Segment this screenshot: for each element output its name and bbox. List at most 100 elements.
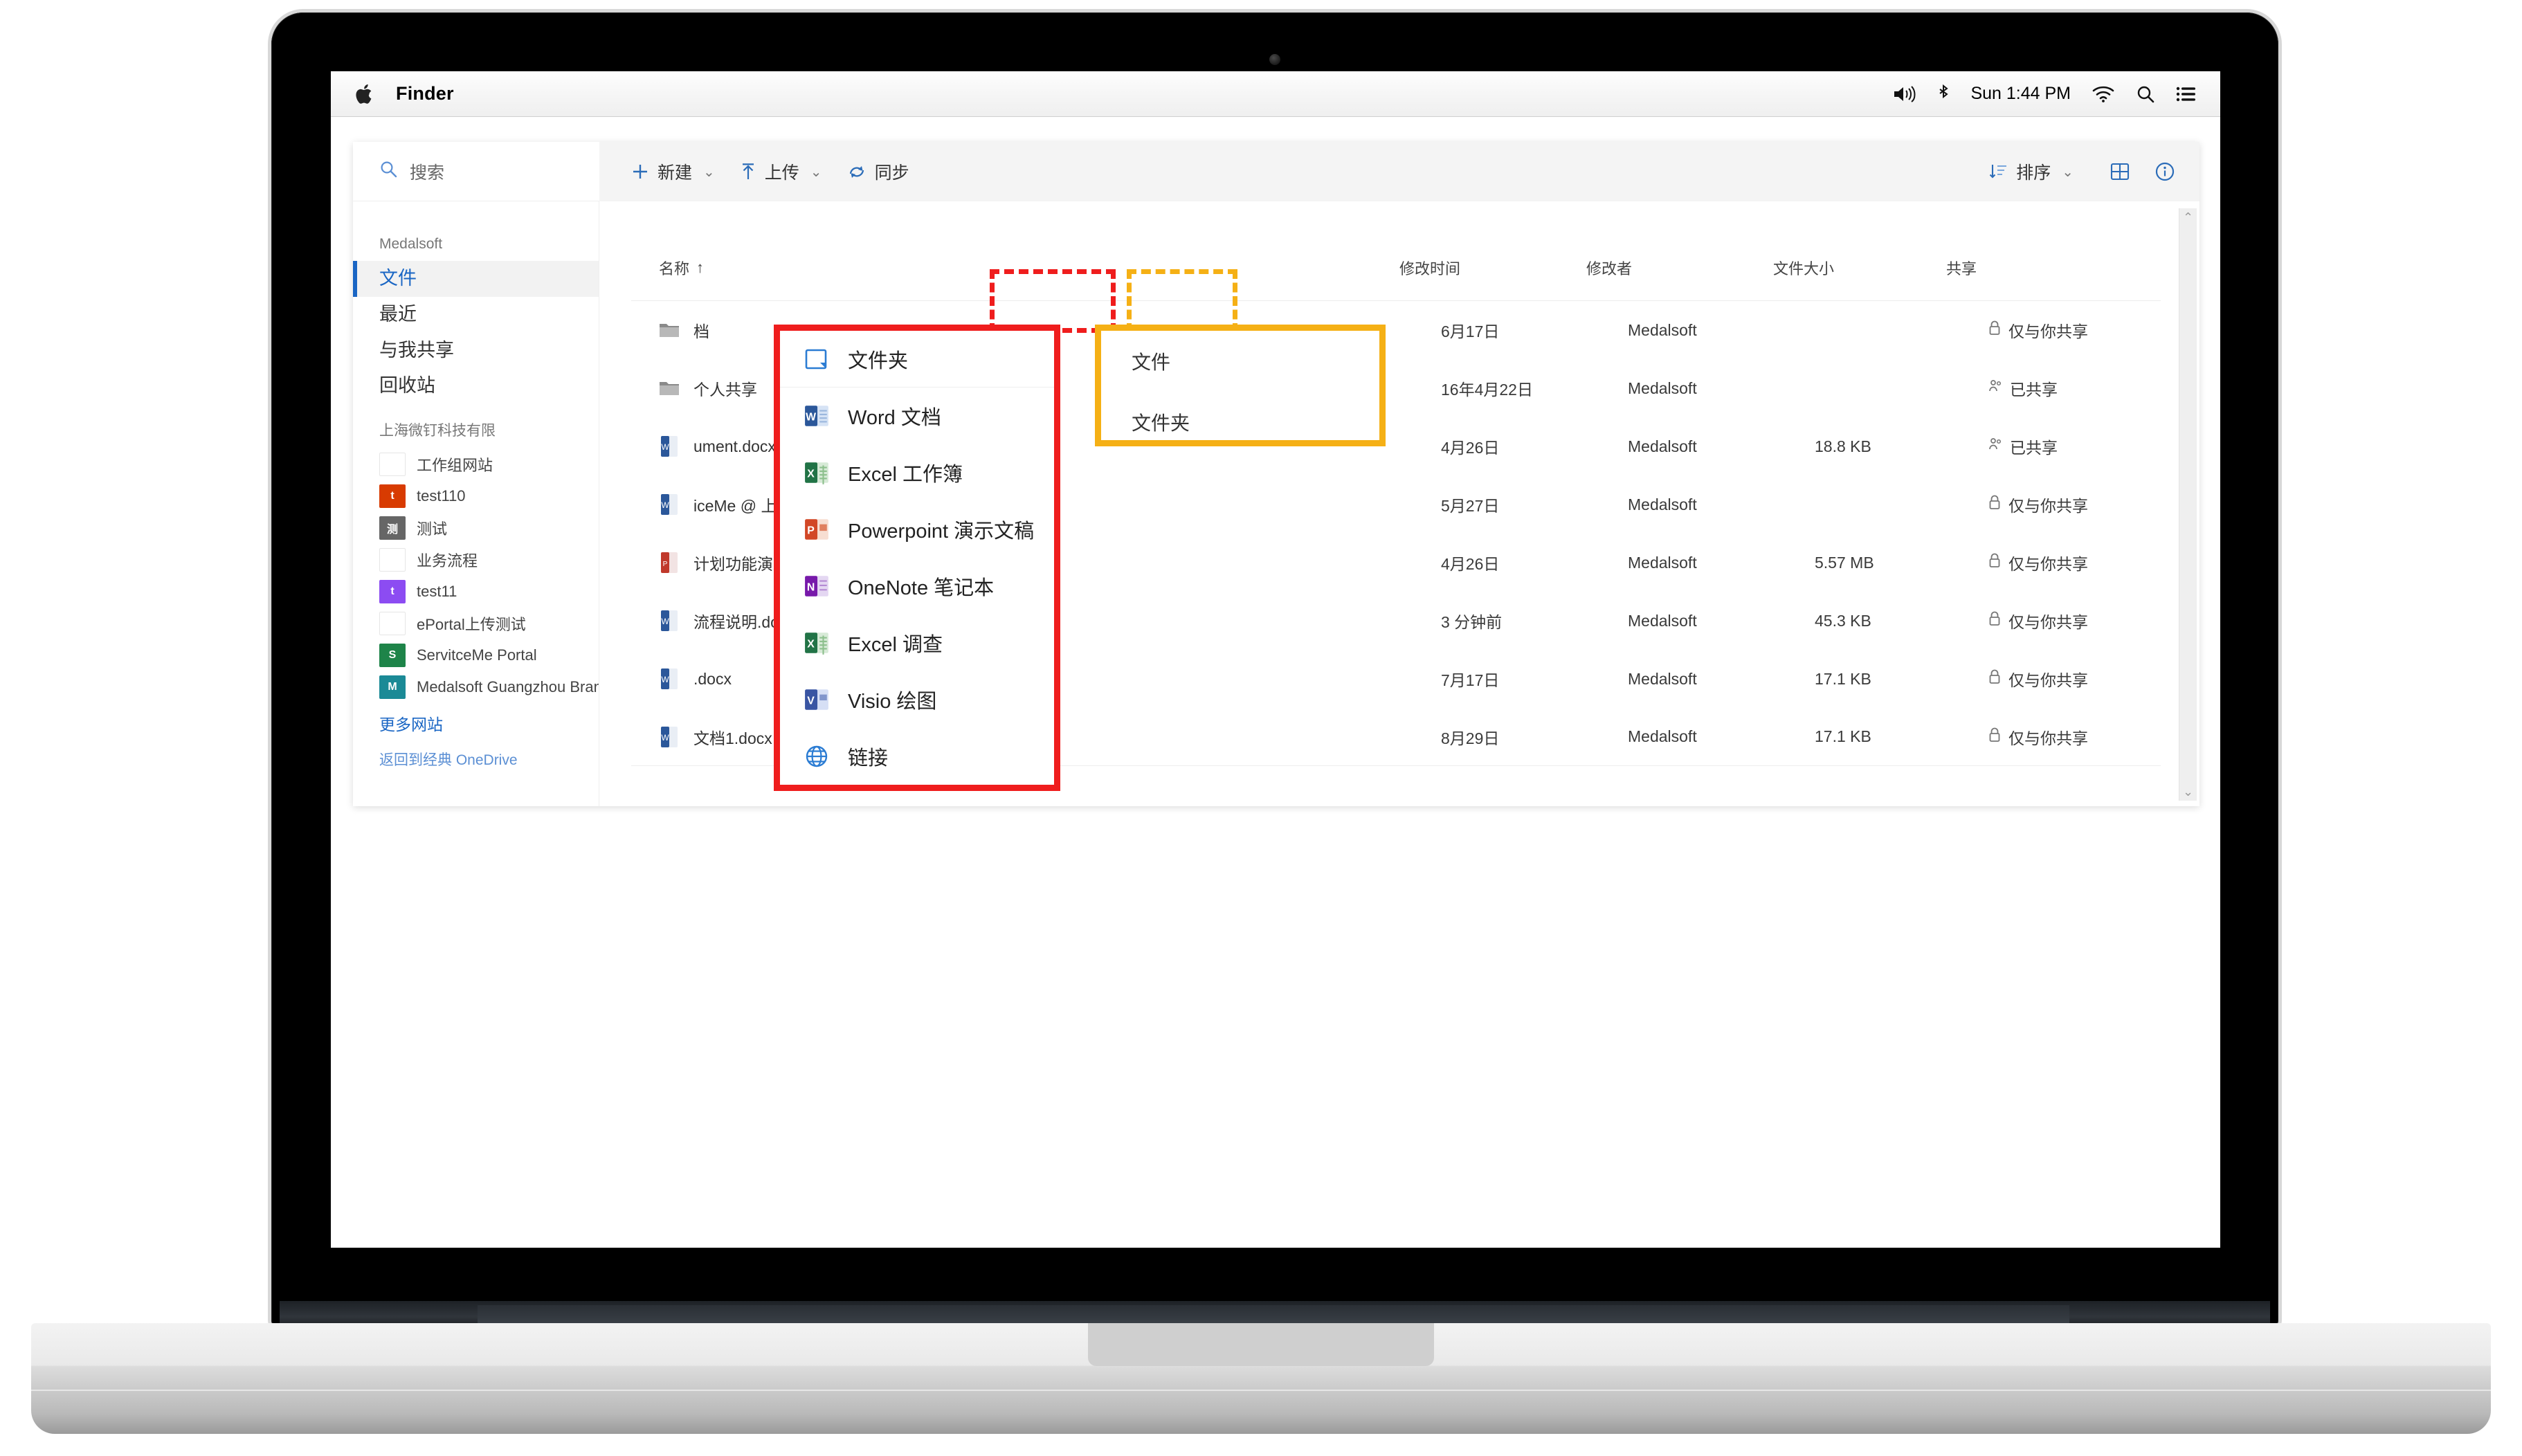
file-modified: 4月26日 bbox=[1441, 439, 1500, 457]
file-modified-by: Medalsoft bbox=[1628, 553, 1697, 572]
file-sharing: 仅与你共享 bbox=[1988, 493, 2161, 516]
file-name-label: ument.docx bbox=[693, 437, 776, 455]
vertical-scrollbar[interactable]: ⌃ ⌄ bbox=[2179, 208, 2197, 801]
more-sites-link[interactable]: 更多网站 bbox=[353, 703, 599, 739]
wifi-icon[interactable] bbox=[2092, 85, 2115, 103]
info-icon[interactable] bbox=[2154, 161, 2176, 183]
file-modified: 6月17日 bbox=[1441, 322, 1500, 340]
file-sharing-label: 已共享 bbox=[2010, 381, 2058, 399]
onedrive-header: 搜索 新建 ⌄ 上传 ⌄ 同步 排序 ⌄ bbox=[353, 142, 2199, 201]
file-modified-by: Medalsoft bbox=[1628, 437, 1697, 455]
sidebar-site-label: Medalsoft Guangzhou Branc bbox=[417, 678, 599, 695]
sync-button[interactable]: 同步 bbox=[835, 152, 922, 191]
scroll-up-arrow-icon[interactable]: ⌃ bbox=[2179, 208, 2197, 226]
site-logo-icon: t bbox=[379, 580, 406, 603]
sidebar-site-item[interactable]: t test11 bbox=[353, 576, 599, 608]
column-header-size[interactable]: 文件大小 bbox=[1773, 257, 1946, 279]
sync-icon bbox=[847, 163, 867, 181]
file-modified-by: Medalsoft bbox=[1628, 727, 1697, 745]
sidebar-item-recycle-bin[interactable]: 回收站 bbox=[353, 368, 599, 404]
site-logo-icon: t bbox=[379, 484, 406, 508]
file-name-label: 文档1.docx bbox=[693, 729, 772, 747]
new-menu-item-label: OneNote 笔记本 bbox=[848, 577, 995, 599]
sidebar-site-item[interactable]: 工作组网站 bbox=[353, 448, 599, 480]
svg-text:P: P bbox=[663, 561, 668, 568]
sidebar-site-item[interactable]: 业务流程 bbox=[353, 544, 599, 576]
grid-view-icon[interactable] bbox=[2110, 161, 2130, 182]
sidebar-site-item[interactable]: M Medalsoft Guangzhou Branc bbox=[353, 671, 599, 703]
new-menu-item-excel-survey[interactable]: X Excel 调查 bbox=[780, 615, 1054, 671]
sidebar-site-label: 测试 bbox=[417, 520, 448, 538]
svg-text:N: N bbox=[807, 581, 815, 593]
column-header-modified[interactable]: 修改时间 bbox=[1399, 257, 1586, 279]
lock-icon bbox=[1988, 610, 2002, 631]
upload-button[interactable]: 上传 ⌄ bbox=[727, 152, 835, 191]
upload-menu-item-folder[interactable]: 文件夹 bbox=[1101, 392, 1379, 453]
new-menu-item-label: Visio 绘图 bbox=[848, 691, 937, 713]
new-menu-item-label: Excel 调查 bbox=[848, 634, 943, 656]
sidebar-item-label: 回收站 bbox=[379, 375, 435, 397]
sidebar-site-item[interactable]: t test110 bbox=[353, 480, 599, 512]
new-menu-item-word[interactable]: W Word 文档 bbox=[780, 388, 1054, 444]
upload-arrow-icon bbox=[740, 163, 756, 181]
volume-icon[interactable] bbox=[1893, 85, 1916, 103]
upload-menu-popup: 文件 文件夹 bbox=[1095, 325, 1386, 446]
file-size: 18.8 KB bbox=[1815, 437, 1871, 455]
webcam-icon bbox=[1269, 54, 1280, 65]
new-menu-item-folder[interactable]: 文件夹 bbox=[780, 331, 1054, 388]
lock-icon bbox=[1988, 494, 2002, 515]
sidebar-item-label: 与我共享 bbox=[379, 339, 454, 361]
column-header-sharing[interactable]: 共享 bbox=[1946, 257, 2119, 279]
sidebar-item-recent[interactable]: 最近 bbox=[353, 297, 599, 333]
sidebar: Medalsoft 文件 最近 与我共享 回收站 上海微钉科技有限 工作组网站 … bbox=[353, 201, 599, 806]
site-logo-icon bbox=[379, 453, 406, 476]
sync-button-label: 同步 bbox=[874, 163, 909, 183]
screenshot-stage: Finder Sun 1:44 PM 搜索 新建 ⌄ 上传 ⌄ 同步 排序 ⌄ … bbox=[0, 0, 2522, 1456]
file-sharing: 仅与你共享 bbox=[1988, 551, 2161, 574]
visio-icon: V bbox=[804, 686, 830, 713]
svg-text:X: X bbox=[807, 468, 815, 480]
file-sharing-label: 仅与你共享 bbox=[2008, 613, 2088, 631]
new-button[interactable]: 新建 ⌄ bbox=[619, 152, 727, 191]
sidebar-item-files[interactable]: 文件 bbox=[353, 261, 599, 297]
column-header-name[interactable]: 名称 ↑ bbox=[631, 257, 1399, 279]
word-icon: W bbox=[659, 493, 680, 516]
chevron-down-icon: ⌄ bbox=[810, 164, 822, 180]
search-placeholder: 搜索 bbox=[410, 163, 445, 183]
new-menu-item-onenote[interactable]: N OneNote 笔记本 bbox=[780, 558, 1054, 615]
new-menu-item-link[interactable]: 链接 bbox=[780, 728, 1054, 785]
file-modified-by: Medalsoft bbox=[1628, 379, 1697, 397]
file-modified-by: Medalsoft bbox=[1628, 320, 1697, 339]
link-globe-icon bbox=[804, 743, 830, 770]
spotlight-search-icon[interactable] bbox=[2136, 84, 2155, 104]
search-input[interactable]: 搜索 bbox=[353, 142, 599, 201]
file-size: 17.1 KB bbox=[1815, 669, 1871, 688]
site-logo-icon: 测 bbox=[379, 516, 406, 540]
column-header-modified-by[interactable]: 修改者 bbox=[1586, 257, 1773, 279]
onedrive-body: Medalsoft 文件 最近 与我共享 回收站 上海微钉科技有限 工作组网站 … bbox=[353, 201, 2199, 806]
svg-text:P: P bbox=[807, 525, 815, 536]
new-menu-item-visio[interactable]: V Visio 绘图 bbox=[780, 671, 1054, 728]
new-menu-item-powerpoint[interactable]: P Powerpoint 演示文稿 bbox=[780, 501, 1054, 558]
file-sharing: 仅与你共享 bbox=[1988, 667, 2161, 691]
menubar-status-items: Sun 1:44 PM bbox=[1893, 84, 2197, 104]
svg-text:W: W bbox=[661, 617, 669, 626]
menubar-clock[interactable]: Sun 1:44 PM bbox=[1970, 84, 2071, 104]
file-size: 17.1 KB bbox=[1815, 727, 1871, 745]
word-icon: W bbox=[659, 725, 680, 749]
bluetooth-icon[interactable] bbox=[1937, 84, 1950, 104]
column-name-label: 名称 bbox=[659, 260, 690, 277]
new-menu-item-excel[interactable]: X Excel 工作簿 bbox=[780, 444, 1054, 501]
classic-onedrive-link[interactable]: 返回到经典 OneDrive bbox=[353, 739, 599, 779]
new-menu-item-label: 链接 bbox=[848, 747, 889, 770]
sidebar-site-item[interactable]: 测 测试 bbox=[353, 512, 599, 544]
sidebar-site-item[interactable]: S ServitceMe Portal bbox=[353, 639, 599, 671]
sidebar-item-shared-with-me[interactable]: 与我共享 bbox=[353, 333, 599, 369]
scroll-down-arrow-icon[interactable]: ⌄ bbox=[2179, 783, 2197, 801]
toolbar-right-group: 排序 ⌄ bbox=[1976, 152, 2176, 191]
file-name-label: 个人共享 bbox=[693, 381, 757, 399]
control-center-icon[interactable] bbox=[2176, 86, 2197, 102]
sidebar-site-item[interactable]: ePortal上传测试 bbox=[353, 608, 599, 639]
sort-button[interactable]: 排序 ⌄ bbox=[1976, 152, 2086, 191]
upload-menu-item-file[interactable]: 文件 bbox=[1101, 331, 1379, 392]
